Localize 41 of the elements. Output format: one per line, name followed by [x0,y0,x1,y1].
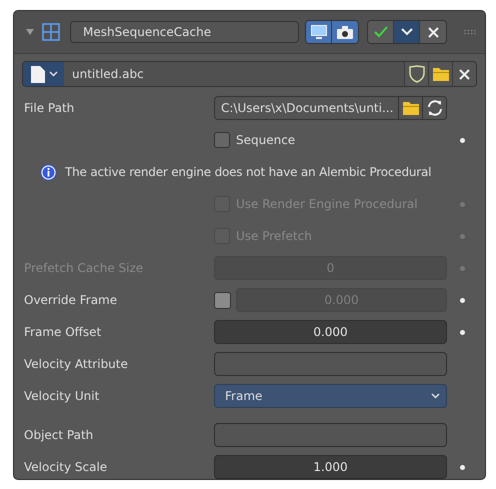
checkbox-label: Sequence [236,133,296,147]
text-field[interactable] [214,352,447,376]
property-label: Object Path [24,428,94,442]
file-path-field[interactable]: C:\Users\x\Documents\unti... [214,96,399,120]
chevron-down-icon [400,28,412,36]
refresh-icon [426,100,442,116]
browse-folder-button[interactable] [399,96,423,120]
triangle-icon [26,28,34,36]
checkmark-button[interactable] [368,21,394,43]
close-button[interactable] [420,21,446,43]
chevron-down-icon [431,393,440,399]
camera-icon [337,26,353,38]
property-label: Frame Offset [24,325,102,339]
text-field[interactable] [214,423,447,447]
info-message: The active render engine does not have an Alembic Procedural [65,165,432,179]
property-label: Velocity Attribute [24,357,128,371]
info-icon [40,164,57,180]
property-label: Velocity Scale [24,460,108,474]
keyframe-dot-icon[interactable] [460,298,464,302]
keyframe-dot-icon[interactable] [460,138,464,142]
grid-icon [42,23,60,41]
property-label: Override Frame [24,293,118,307]
checkmark-icon [374,26,388,38]
checkbox[interactable] [214,132,230,148]
property-label: File Path [24,101,74,115]
number-field[interactable]: 0.000 [214,320,447,344]
property-label: Velocity Unit [24,389,100,403]
reload-button[interactable] [423,96,447,120]
keyframe-dot-icon[interactable] [460,464,464,470]
monitor-icon [310,24,326,40]
menu-button[interactable] [394,21,420,43]
close-icon [428,26,438,38]
name-field[interactable]: MeshSequenceCache [70,21,299,43]
drag-handle-icon[interactable] [463,29,477,35]
render-toggle[interactable] [332,21,358,43]
checkbox[interactable] [214,292,231,308]
viewport-toggle[interactable] [306,21,332,43]
dropdown[interactable]: Frame [214,384,447,408]
keyframe-dot-icon[interactable] [460,330,464,334]
folder-icon [402,102,418,114]
number-field[interactable]: 1.000 [214,455,447,479]
